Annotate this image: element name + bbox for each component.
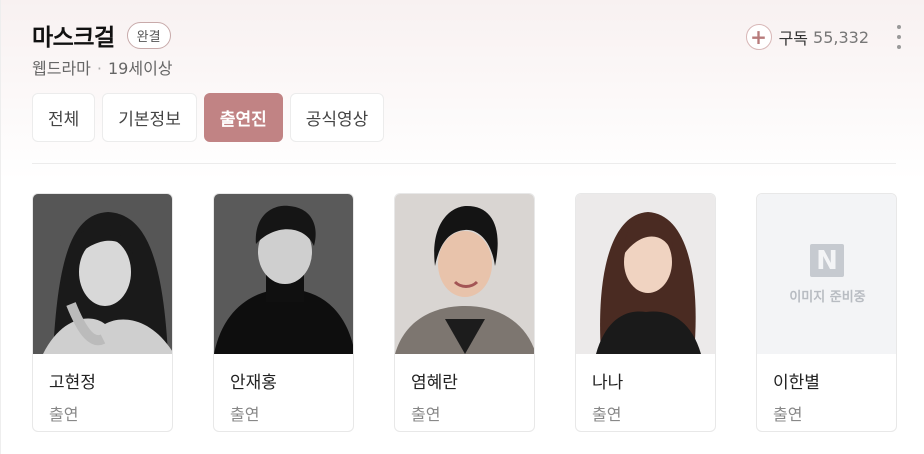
cast-card[interactable]: N 이미지 준비중 이한별 출연 <box>756 193 897 432</box>
cast-name: 염혜란 <box>411 373 458 393</box>
cast-role: 출연 <box>592 405 622 424</box>
cast-role: 출연 <box>230 405 260 424</box>
cast-photo <box>576 194 715 354</box>
cast-card[interactable]: 염혜란 출연 <box>394 193 535 432</box>
tab-basic-info[interactable]: 기본정보 <box>102 93 197 142</box>
genre-label: 웹드라마 <box>32 59 91 78</box>
cast-name: 안재홍 <box>230 373 277 393</box>
cast-name: 나나 <box>592 373 624 393</box>
more-options-icon[interactable] <box>894 25 904 49</box>
tab-cast[interactable]: 출연진 <box>203 93 283 142</box>
cast-role: 출연 <box>411 405 441 424</box>
drama-info-panel: 마스크걸 완결 웹드라마 · 19세이상 + 구독 55,332 전체 기본정보 출… <box>0 0 924 454</box>
subscribe-count: 55,332 <box>813 27 869 47</box>
more-dot <box>897 35 901 39</box>
tab-all[interactable]: 전체 <box>32 93 96 142</box>
cast-list: 고현정 출연 안재홍 출연 염혜란 출연 나나 출연 N 이미지 준비중 이한별… <box>32 193 897 432</box>
placeholder-text: 이미지 준비중 <box>789 290 866 305</box>
divider <box>32 163 896 164</box>
meta-separator: · <box>96 59 102 78</box>
tab-bar: 전체 기본정보 출연진 공식영상 <box>32 93 385 142</box>
more-dot <box>897 25 901 29</box>
rating-label: 19세이상 <box>107 59 173 78</box>
tab-official-video[interactable]: 공식영상 <box>289 93 385 142</box>
cast-card[interactable]: 안재홍 출연 <box>213 193 354 432</box>
title-row: 마스크걸 완결 <box>32 18 171 52</box>
cast-role: 출연 <box>773 405 803 424</box>
cast-photo-placeholder: N 이미지 준비중 <box>757 194 896 354</box>
status-badge: 완결 <box>126 21 171 49</box>
more-dot <box>897 45 901 49</box>
cast-name: 고현정 <box>49 373 96 393</box>
cast-photo <box>214 194 353 354</box>
page-title: 마스크걸 <box>32 25 115 51</box>
cast-card[interactable]: 나나 출연 <box>575 193 716 432</box>
cast-role: 출연 <box>49 405 79 424</box>
subscribe-label: 구독 <box>778 29 809 48</box>
plus-icon: + <box>745 24 772 50</box>
subscribe-button[interactable]: + 구독 55,332 <box>745 24 869 50</box>
placeholder-logo: N <box>816 246 838 276</box>
cast-photo <box>395 194 534 354</box>
cast-photo <box>33 194 172 354</box>
cast-name: 이한별 <box>773 373 820 393</box>
meta-line: 웹드라마 · 19세이상 <box>32 55 173 79</box>
cast-card[interactable]: 고현정 출연 <box>32 193 173 432</box>
